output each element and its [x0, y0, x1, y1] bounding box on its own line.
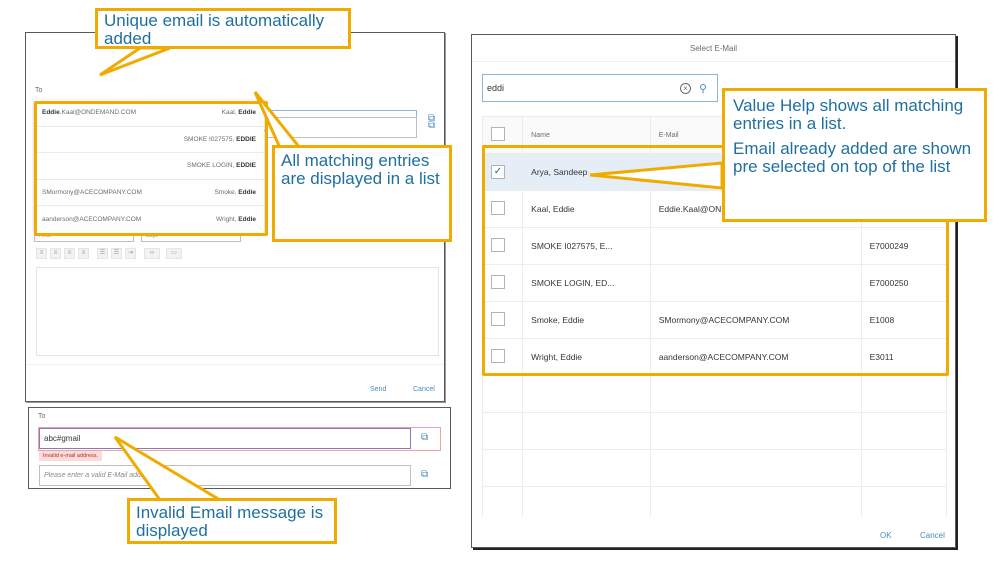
image-icon[interactable]: ▭ — [166, 248, 182, 259]
dialog-title: Select E-Mail — [472, 35, 955, 62]
callout-value-help-line2: Email already added are shown pre select… — [733, 138, 972, 177]
callout-value-help-line1: Value Help shows all matching entries in… — [733, 96, 964, 134]
to-label: To — [38, 413, 46, 420]
email-input-placeholder: Please enter a valid E-Mail address — [44, 472, 155, 479]
suggestion-highlight-box — [34, 101, 268, 236]
empty-row — [481, 449, 948, 487]
value-help-icon-2[interactable]: ⧉ — [428, 120, 435, 131]
numbered-list-icon[interactable]: ☰ — [111, 248, 122, 259]
value-help-icon[interactable]: ⧉ — [421, 432, 428, 443]
bullet-list-icon[interactable]: ☰ — [97, 248, 108, 259]
send-button[interactable]: Send — [370, 386, 386, 393]
to-label: To — [35, 87, 43, 94]
align-justify-icon[interactable]: ≡ — [78, 248, 89, 259]
empty-row — [481, 412, 948, 450]
value-help-icon-2[interactable]: ⧉ — [421, 469, 428, 480]
cancel-button[interactable]: Cancel — [413, 386, 435, 393]
invalid-email-panel: To abc#gmail ⧉ Invalid e-mail address. P… — [28, 407, 451, 489]
callout-all-matching: All matching entries are displayed in a … — [272, 145, 452, 242]
align-right-icon[interactable]: ≡ — [64, 248, 75, 259]
clear-icon[interactable]: × — [679, 82, 691, 94]
callout-unique-email: Unique email is automatically added — [95, 8, 351, 49]
search-input-value: eddi — [487, 83, 505, 93]
formatting-toolbar: ≡ ≡ ≡ ≡ ☰ ☰ ⇥ ∞ ▭ — [36, 248, 182, 259]
empty-row — [481, 375, 948, 413]
email-input[interactable]: Please enter a valid E-Mail address — [39, 465, 411, 486]
link-icon[interactable]: ∞ — [144, 248, 160, 259]
align-center-icon[interactable]: ≡ — [50, 248, 61, 259]
select-all-checkbox[interactable] — [491, 127, 505, 141]
search-icon[interactable]: ⚲ — [699, 82, 707, 95]
search-input[interactable]: eddi × ⚲ — [482, 74, 718, 102]
footer-divider — [26, 364, 444, 365]
callout-value-help: Value Help shows all matching entries in… — [722, 88, 987, 222]
to-input-invalid[interactable]: abc#gmail — [39, 428, 411, 449]
ok-button[interactable]: OK — [880, 531, 892, 540]
invalid-input-value: abc#gmail — [44, 434, 81, 443]
error-message: Invalid e-mail address. — [39, 451, 103, 461]
cancel-button[interactable]: Cancel — [920, 531, 945, 540]
email-body-editor[interactable] — [36, 267, 439, 356]
callout-invalid-email: Invalid Email message is displayed — [127, 498, 337, 544]
indent-icon[interactable]: ⇥ — [125, 248, 136, 259]
cc-input[interactable] — [266, 117, 417, 138]
align-left-icon[interactable]: ≡ — [36, 248, 47, 259]
